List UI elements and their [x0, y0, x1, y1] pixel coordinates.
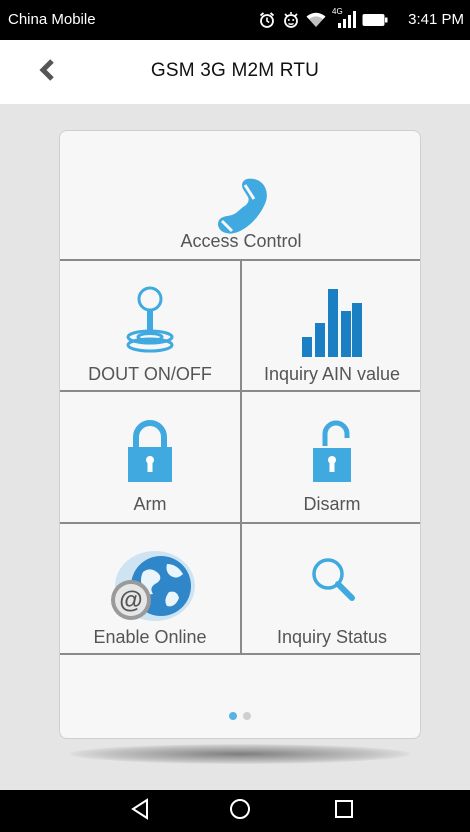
- lock-closed-icon: [128, 420, 172, 487]
- tile-label: Access Control: [180, 231, 302, 251]
- globe-at-icon: @: [97, 548, 203, 629]
- divider: [60, 653, 420, 655]
- tile-label: Enable Online: [93, 627, 207, 647]
- home-circle-icon: [229, 798, 251, 825]
- tile-access-control[interactable]: Access Control: [60, 131, 420, 259]
- status-icons: 4G: [258, 7, 388, 32]
- lock-open-icon: [311, 418, 353, 487]
- tile-label: Arm: [133, 494, 167, 514]
- tile-inquiry-ain[interactable]: Inquiry AIN value: [242, 261, 420, 391]
- wifi-icon: [306, 12, 326, 28]
- cellular-signal-icon: 4G: [332, 7, 356, 30]
- back-triangle-icon: [129, 797, 151, 825]
- tile-label: DOUT ON/OFF: [88, 364, 212, 384]
- eye-comfort-icon: [282, 11, 300, 29]
- network-type: 4G: [332, 7, 343, 16]
- bar-chart-icon: [302, 287, 362, 362]
- function-card: Access Control DOUT ON/OFF Inquiry AIN v…: [59, 130, 421, 739]
- app-bar: GSM 3G M2M RTU: [0, 40, 470, 104]
- nav-back-button[interactable]: [126, 797, 154, 825]
- tile-enable-online[interactable]: @ Enable Online: [60, 524, 240, 654]
- system-nav-bar: [0, 790, 470, 832]
- page-indicator: [60, 712, 420, 720]
- clock-time: 3:41 PM: [408, 11, 464, 28]
- page-dot-active[interactable]: [229, 712, 237, 720]
- page-dot[interactable]: [243, 712, 251, 720]
- svg-text:@: @: [119, 587, 142, 614]
- tile-disarm[interactable]: Disarm: [242, 392, 420, 522]
- search-icon: [308, 554, 356, 607]
- nav-home-button[interactable]: [226, 798, 254, 825]
- page-title: GSM 3G M2M RTU: [150, 60, 320, 81]
- main-content: Access Control DOUT ON/OFF Inquiry AIN v…: [0, 104, 470, 790]
- recents-square-icon: [334, 799, 354, 824]
- status-bar: China Mobile 4G 3:41 PM: [0, 0, 470, 40]
- joystick-icon: [125, 285, 175, 366]
- tile-dout-onoff[interactable]: DOUT ON/OFF: [60, 261, 240, 391]
- carrier-name: China Mobile: [8, 11, 96, 28]
- tile-inquiry-status[interactable]: Inquiry Status: [242, 524, 420, 654]
- tile-arm[interactable]: Arm: [60, 392, 240, 522]
- tile-label: Inquiry AIN value: [263, 364, 401, 384]
- nav-recents-button[interactable]: [330, 799, 358, 823]
- alarm-clock-icon: [258, 11, 276, 29]
- tile-label: Inquiry Status: [276, 627, 388, 647]
- tile-label: Disarm: [303, 494, 361, 514]
- battery-icon: [362, 13, 388, 27]
- card-shadow: [70, 744, 410, 764]
